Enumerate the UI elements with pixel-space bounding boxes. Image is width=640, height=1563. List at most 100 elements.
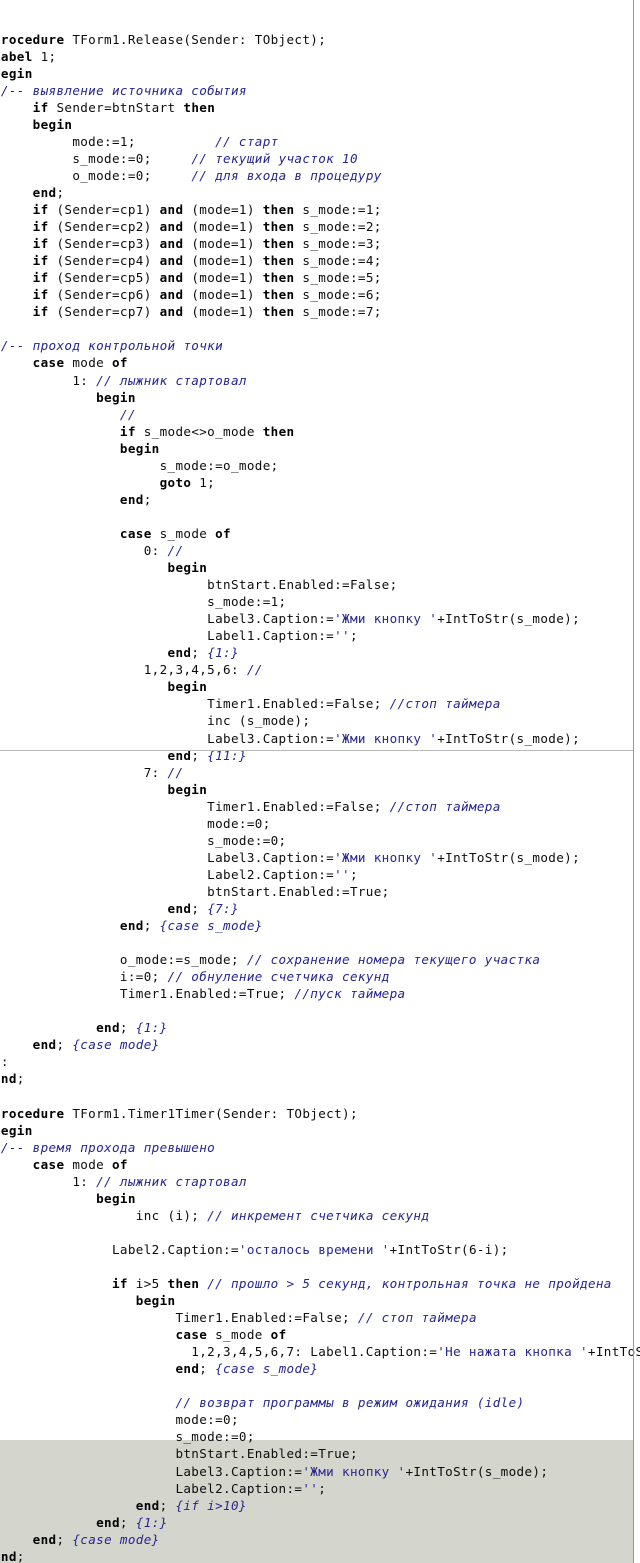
- code-line[interactable]: [0, 934, 640, 951]
- code-line[interactable]: begin: [0, 781, 640, 798]
- source-code-listing[interactable]: procedure TForm1.Release(Sender: TObject…: [0, 31, 640, 1563]
- code-line[interactable]: end; {1:}: [0, 644, 640, 661]
- code-line[interactable]: btnStart.Enabled:=True;: [0, 1445, 640, 1462]
- code-line[interactable]: end; {7:}: [0, 900, 640, 917]
- code-line[interactable]: Label3.Caption:='Жми кнопку '+IntToStr(s…: [0, 1463, 640, 1480]
- code-line[interactable]: //-- выявление источника события: [0, 82, 640, 99]
- code-line[interactable]: case s_mode of: [0, 525, 640, 542]
- code-line[interactable]: Label 1;: [0, 48, 640, 65]
- code-line[interactable]: begin: [0, 1190, 640, 1207]
- code-line[interactable]: begin: [0, 116, 640, 133]
- code-line[interactable]: Label1.Caption:='';: [0, 627, 640, 644]
- keyword: of: [112, 355, 128, 371]
- code-line[interactable]: if Sender=btnStart then: [0, 99, 640, 116]
- code-line[interactable]: [0, 1258, 640, 1275]
- keyword: if: [119, 423, 136, 439]
- code-line[interactable]: btnStart.Enabled:=True;: [0, 883, 640, 900]
- code-line[interactable]: mode:=1; // старт: [0, 133, 640, 150]
- code-line[interactable]: begin: [0, 440, 640, 457]
- code-line[interactable]: [0, 1377, 640, 1394]
- code-line[interactable]: Label3.Caption:='Жми кнопку '+IntToStr(s…: [0, 730, 640, 747]
- code-line[interactable]: end;: [0, 1070, 640, 1087]
- code-line[interactable]: s_mode:=o_mode;: [0, 457, 640, 474]
- code-line[interactable]: case mode of: [0, 1156, 640, 1173]
- code-line[interactable]: 1: // лыжник стартовал: [0, 372, 640, 389]
- code-line[interactable]: begin: [0, 389, 640, 406]
- code-line[interactable]: o_mode:=s_mode; // сохранение номера тек…: [0, 951, 640, 968]
- code-line[interactable]: if (Sender=cp2) and (mode=1) then s_mode…: [0, 218, 640, 235]
- code-line[interactable]: Label2.Caption:='осталось времени '+IntT…: [0, 1241, 640, 1258]
- code-line[interactable]: mode:=0;: [0, 1411, 640, 1428]
- keyword: begin: [119, 440, 160, 456]
- code-line[interactable]: goto 1;: [0, 474, 640, 491]
- code-line[interactable]: begin: [0, 1122, 640, 1139]
- code-line[interactable]: o_mode:=0; // для входа в процедуру: [0, 167, 640, 184]
- code-line[interactable]: Label2.Caption:='';: [0, 866, 640, 883]
- code-line[interactable]: inc (s_mode);: [0, 712, 640, 729]
- code-line[interactable]: end; {1:}: [0, 1019, 640, 1036]
- code-line[interactable]: [0, 508, 640, 525]
- code-line[interactable]: if (Sender=cp4) and (mode=1) then s_mode…: [0, 252, 640, 269]
- code-line[interactable]: 1: // лыжник стартовал: [0, 1173, 640, 1190]
- code-line[interactable]: begin: [0, 65, 640, 82]
- code-line[interactable]: Label3.Caption:='Жми кнопку '+IntToStr(s…: [0, 610, 640, 627]
- code-line[interactable]: if (Sender=cp3) and (mode=1) then s_mode…: [0, 235, 640, 252]
- code-comment: //стоп таймера: [389, 798, 501, 814]
- code-line[interactable]: end; {1:}: [0, 1514, 640, 1531]
- code-line[interactable]: 1,2,3,4,5,6: //: [0, 661, 640, 678]
- code-line[interactable]: end; {case s_mode}: [0, 1360, 640, 1377]
- code-line[interactable]: Timer1.Enabled:=False; // стоп таймера: [0, 1309, 640, 1326]
- code-line[interactable]: if s_mode<>o_mode then: [0, 423, 640, 440]
- code-line[interactable]: case mode of: [0, 354, 640, 371]
- code-line[interactable]: end;: [0, 184, 640, 201]
- code-line[interactable]: if (Sender=cp6) and (mode=1) then s_mode…: [0, 286, 640, 303]
- code-line[interactable]: if (Sender=cp5) and (mode=1) then s_mode…: [0, 269, 640, 286]
- code-line[interactable]: begin: [0, 678, 640, 695]
- code-line[interactable]: 1,2,3,4,5,6,7: Label1.Caption:='Не нажат…: [0, 1343, 640, 1360]
- keyword: then: [262, 236, 295, 252]
- code-line[interactable]: [0, 1224, 640, 1241]
- code-line[interactable]: if (Sender=cp7) and (mode=1) then s_mode…: [0, 303, 640, 320]
- code-line[interactable]: begin: [0, 1292, 640, 1309]
- code-line[interactable]: i:=0; // обнуление счетчика секунд: [0, 968, 640, 985]
- code-line[interactable]: // возврат программы в режим ожидания (i…: [0, 1394, 640, 1411]
- code-line[interactable]: Timer1.Enabled:=True; //пуск таймера: [0, 985, 640, 1002]
- code-line[interactable]: end;: [0, 491, 640, 508]
- code-line[interactable]: end; {case s_mode}: [0, 917, 640, 934]
- code-line[interactable]: Timer1.Enabled:=False; //стоп таймера: [0, 798, 640, 815]
- code-line[interactable]: 7: //: [0, 764, 640, 781]
- code-line[interactable]: end; {if i>10}: [0, 1497, 640, 1514]
- code-line[interactable]: s_mode:=1;: [0, 593, 640, 610]
- keyword: if: [32, 287, 49, 303]
- string-literal: 'Жми кнопку ': [334, 849, 438, 865]
- code-line[interactable]: 0: //: [0, 542, 640, 559]
- code-line[interactable]: //: [0, 406, 640, 423]
- code-line[interactable]: procedure TForm1.Timer1Timer(Sender: TOb…: [0, 1105, 640, 1122]
- code-line[interactable]: begin: [0, 559, 640, 576]
- code-line[interactable]: [0, 320, 640, 337]
- code-line[interactable]: btnStart.Enabled:=False;: [0, 576, 640, 593]
- code-line[interactable]: //-- время прохода превышено: [0, 1139, 640, 1156]
- code-line[interactable]: [0, 1088, 640, 1105]
- code-line[interactable]: Label2.Caption:='';: [0, 1480, 640, 1497]
- code-line[interactable]: inc (i); // инкремент счетчика секунд: [0, 1207, 640, 1224]
- string-literal: '': [334, 628, 350, 644]
- keyword: and: [159, 253, 184, 269]
- code-line[interactable]: case s_mode of: [0, 1326, 640, 1343]
- code-comment: {1:}: [135, 1514, 168, 1530]
- code-line[interactable]: Timer1.Enabled:=False; //стоп таймера: [0, 695, 640, 712]
- code-line[interactable]: end; {case mode}: [0, 1531, 640, 1548]
- code-line[interactable]: [0, 1002, 640, 1019]
- code-line[interactable]: 1:: [0, 1053, 640, 1070]
- code-line[interactable]: if i>5 then // прошло > 5 секунд, контро…: [0, 1275, 640, 1292]
- code-line[interactable]: //-- проход контрольной точки: [0, 337, 640, 354]
- code-line[interactable]: s_mode:=0; // текущий участок 10: [0, 150, 640, 167]
- code-line[interactable]: end;: [0, 1548, 640, 1563]
- code-line[interactable]: if (Sender=cp1) and (mode=1) then s_mode…: [0, 201, 640, 218]
- code-line[interactable]: s_mode:=0;: [0, 1428, 640, 1445]
- code-line[interactable]: mode:=0;: [0, 815, 640, 832]
- code-line[interactable]: s_mode:=0;: [0, 832, 640, 849]
- code-line[interactable]: procedure TForm1.Release(Sender: TObject…: [0, 31, 640, 48]
- code-line[interactable]: Label3.Caption:='Жми кнопку '+IntToStr(s…: [0, 849, 640, 866]
- code-line[interactable]: end; {case mode}: [0, 1036, 640, 1053]
